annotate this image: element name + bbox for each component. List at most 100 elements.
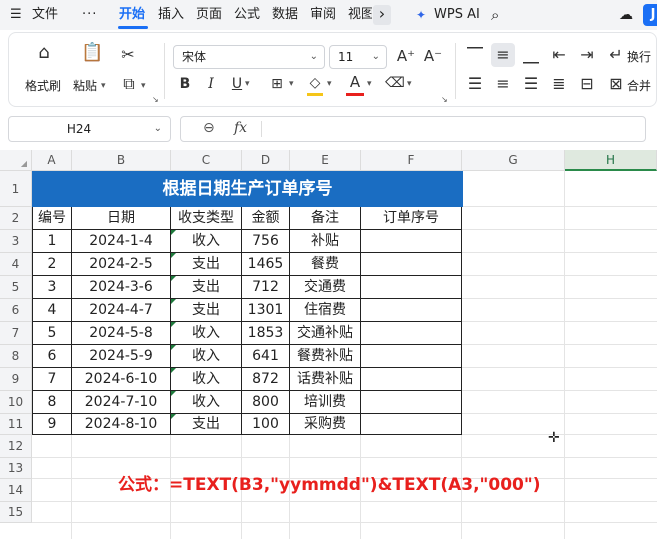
tab-formula[interactable]: 公式 [234,6,260,24]
wrap-button[interactable]: 换行 [627,48,651,65]
table-header-cell[interactable]: 编号 [32,207,72,230]
row-header-1[interactable]: 1 [0,171,32,207]
table-cell[interactable]: 3 [32,276,72,299]
table-cell[interactable]: 8 [32,391,72,414]
table-cell[interactable]: 5 [32,322,72,345]
column-header-h[interactable]: H [565,150,657,171]
column-header-g[interactable]: G [462,150,565,171]
align-middle-icon[interactable]: ≡ [491,43,515,67]
copy-caret-icon[interactable]: ▾ [141,81,146,91]
zoom-search-icon[interactable]: ⊖ [203,120,215,136]
table-cell[interactable]: 2024-1-4 [72,230,171,253]
underline-button[interactable]: U [229,74,245,94]
align-top-icon[interactable]: ⎺ [465,45,485,65]
table-cell[interactable]: 1301 [242,299,290,322]
justify-icon[interactable]: ≣ [549,74,569,94]
font-size-select[interactable]: 11 ⌄ [329,45,387,69]
column-header-c[interactable]: C [171,150,242,171]
increase-font-icon[interactable]: A⁺ [396,46,416,66]
table-cell[interactable] [361,230,462,253]
select-all-corner[interactable]: ◢ [0,150,32,171]
table-cell[interactable]: 收入 [171,322,242,345]
increase-indent-icon[interactable]: ⇥ [577,45,597,65]
tab-home[interactable]: 开始 [119,6,145,24]
table-cell[interactable]: 收入 [171,391,242,414]
table-cell[interactable]: 6 [32,345,72,368]
row-header-4[interactable]: 4 [0,253,32,276]
row-header-15[interactable]: 15 [0,502,32,523]
font-expand-icon[interactable]: ↘ [441,95,448,104]
merge-icon[interactable]: ⊠ [607,74,625,94]
row-header-11[interactable]: 11 [0,414,32,435]
tab-data[interactable]: 数据 [272,6,298,24]
table-cell[interactable]: 餐费补贴 [290,345,361,368]
table-cell[interactable]: 800 [242,391,290,414]
row-header-13[interactable]: 13 [0,458,32,479]
row-header-10[interactable]: 10 [0,391,32,414]
clipboard-expand-icon[interactable]: ↘ [152,95,159,104]
table-header-cell[interactable]: 订单序号 [361,207,462,230]
fill-color-icon[interactable]: ◇ [305,73,325,93]
table-cell[interactable]: 住宿费 [290,299,361,322]
align-left-icon[interactable]: ☰ [465,74,485,94]
table-cell[interactable]: 培训费 [290,391,361,414]
table-cell[interactable]: 2024-6-10 [72,368,171,391]
wrap-icon[interactable]: ↵ [607,45,625,65]
font-color-caret-icon[interactable]: ▾ [367,79,372,89]
table-cell[interactable]: 1853 [242,322,290,345]
search-icon[interactable]: ⌕ [491,6,499,24]
table-cell[interactable]: 4 [32,299,72,322]
sheet-title[interactable]: 根据日期生产订单序号 [32,171,463,207]
table-cell[interactable]: 采购费 [290,414,361,435]
table-cell[interactable]: 100 [242,414,290,435]
row-header-7[interactable]: 7 [0,322,32,345]
table-cell[interactable]: 2024-5-8 [72,322,171,345]
format-painter-icon[interactable]: ⌂ [33,43,55,63]
row-header-6[interactable]: 6 [0,299,32,322]
row-header-9[interactable]: 9 [0,368,32,391]
font-color-button[interactable]: A [345,72,365,92]
table-cell[interactable]: 2024-8-10 [72,414,171,435]
table-cell[interactable]: 2024-2-5 [72,253,171,276]
align-bottom-icon[interactable]: ⎽ [521,45,541,65]
border-icon[interactable]: ⊞ [267,74,287,94]
table-cell[interactable]: 补贴 [290,230,361,253]
column-header-b[interactable]: B [72,150,171,171]
table-cell[interactable]: 756 [242,230,290,253]
table-cell[interactable]: 支出 [171,299,242,322]
align-right-icon[interactable]: ☰ [521,74,541,94]
menu-icon[interactable]: ☰ [10,6,22,24]
file-menu[interactable]: 文件 [32,6,58,24]
avatar[interactable]: J [643,4,657,26]
table-cell[interactable]: 收入 [171,368,242,391]
table-cell[interactable]: 2024-3-6 [72,276,171,299]
name-box[interactable]: H24 ⌄ [8,116,171,142]
merge-button[interactable]: 合并 [627,77,651,94]
table-cell[interactable]: 2024-4-7 [72,299,171,322]
table-cell[interactable]: 872 [242,368,290,391]
table-cell[interactable] [361,276,462,299]
underline-caret-icon[interactable]: ▾ [245,79,250,89]
row-header-14[interactable]: 14 [0,479,32,502]
table-cell[interactable] [361,322,462,345]
row-header-3[interactable]: 3 [0,230,32,253]
tab-insert[interactable]: 插入 [158,6,184,24]
tab-view[interactable]: 视图 [348,6,372,24]
row-header-12[interactable]: 12 [0,435,32,458]
decrease-indent-icon[interactable]: ⇤ [549,45,569,65]
table-cell[interactable]: 交通补贴 [290,322,361,345]
copy-icon[interactable]: ⧉ [119,74,139,94]
table-cell[interactable] [361,253,462,276]
paste-caret-icon[interactable]: ▾ [101,81,106,91]
cloud-sync-icon[interactable]: ☁ [619,6,633,24]
table-cell[interactable]: 712 [242,276,290,299]
table-header-cell[interactable]: 收支类型 [171,207,242,230]
fx-icon[interactable]: fx [234,120,247,136]
table-cell[interactable]: 1 [32,230,72,253]
table-header-cell[interactable]: 备注 [290,207,361,230]
wps-ai-button[interactable]: WPS AI [434,6,480,24]
table-cell[interactable]: 641 [242,345,290,368]
column-header-d[interactable]: D [242,150,290,171]
format-painter-button[interactable]: 格式刷 [25,77,61,94]
row-header-2[interactable]: 2 [0,207,32,230]
